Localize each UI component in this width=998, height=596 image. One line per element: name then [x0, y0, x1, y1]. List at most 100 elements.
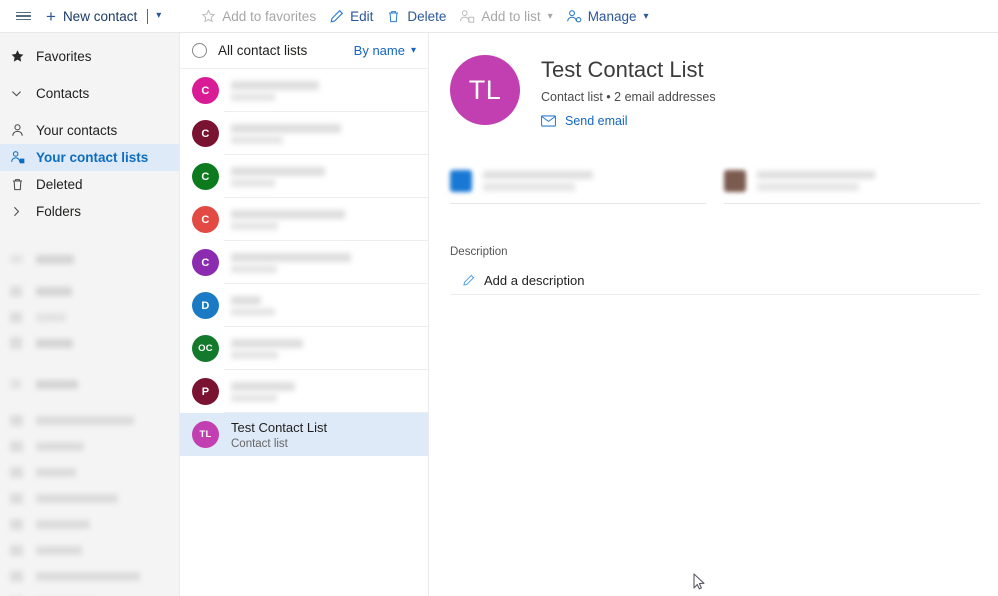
contact-list-pane: All contact lists By name ▾ C C C C C D …: [180, 33, 429, 596]
avatar: C: [192, 77, 219, 104]
manage-label: Manage: [587, 8, 637, 24]
sidebar-label-contacts: Contacts: [36, 86, 90, 101]
list-item-redacted-text: [231, 166, 325, 187]
chevron-down-icon[interactable]: ▾: [643, 11, 648, 22]
folder-icon: [10, 440, 36, 452]
sidebar-label-your-contact-lists: Your contact lists: [36, 150, 149, 165]
manage-button[interactable]: Manage ▾: [566, 0, 649, 33]
table-row[interactable]: C: [180, 155, 428, 198]
list-item[interactable]: [0, 371, 179, 397]
chevron-down-icon: [10, 87, 36, 100]
delete-button[interactable]: Delete: [386, 0, 446, 33]
sidebar-item-your-contacts[interactable]: Your contacts: [0, 117, 179, 144]
star-icon: [201, 8, 216, 24]
sidebar-item-your-contact-lists[interactable]: Your contact lists: [0, 144, 179, 171]
member-redacted-text: [757, 170, 875, 192]
list-item-redacted-text: [231, 209, 345, 230]
description-label: Description: [450, 246, 508, 259]
new-contact-label: New contact: [62, 8, 138, 24]
chevron-down-icon[interactable]: ▾: [548, 11, 553, 22]
avatar: C: [192, 163, 219, 190]
table-row[interactable]: C: [180, 112, 428, 155]
list-item[interactable]: [0, 433, 179, 459]
list-item[interactable]: [0, 485, 179, 511]
list-item-redacted-text: [231, 123, 341, 144]
list-item[interactable]: [0, 407, 179, 433]
avatar: [450, 170, 472, 193]
list-item-subtitle: Contact list: [231, 437, 288, 450]
list-item[interactable]: [0, 278, 179, 304]
chevron-down-icon: ▾: [410, 45, 416, 56]
trash-icon: [386, 9, 401, 24]
folder-icon: [10, 255, 36, 263]
split-divider: [147, 8, 149, 24]
all-contact-lists-label: All contact lists: [218, 43, 308, 58]
avatar: [724, 170, 746, 193]
chevron-down-icon[interactable]: ▾: [156, 11, 161, 21]
member-list: [430, 170, 998, 205]
list-item[interactable]: [0, 330, 179, 356]
hamburger-icon[interactable]: [0, 0, 46, 33]
table-row-selected[interactable]: TL Test Contact List Contact list: [180, 413, 428, 456]
folder-icon: [10, 285, 36, 297]
folder-icon: [10, 414, 36, 426]
folder-icon: [10, 311, 36, 323]
sort-by-name-dropdown[interactable]: By name ▾: [354, 43, 416, 58]
sort-label: By name: [353, 43, 405, 58]
folder-icon: [10, 379, 36, 389]
table-row[interactable]: C: [180, 69, 428, 112]
add-to-favorites-button[interactable]: Add to favorites: [201, 0, 316, 33]
list-item[interactable]: [724, 170, 980, 205]
list-item[interactable]: [0, 459, 179, 485]
new-contact-button[interactable]: + New contact ▾: [46, 0, 163, 33]
list-item-redacted-text: [231, 381, 295, 402]
list-item-redacted-text: [231, 295, 275, 316]
sidebar-item-folders[interactable]: Folders: [0, 198, 179, 225]
sidebar-label-your-contacts: Your contacts: [36, 123, 118, 138]
edit-label: Edit: [350, 8, 374, 24]
list-item[interactable]: [0, 563, 179, 589]
list-item-redacted-text: [231, 252, 351, 273]
list-item-redacted-text: [231, 338, 303, 359]
folder-icon: [10, 466, 36, 478]
send-email-button[interactable]: Send email: [541, 114, 716, 128]
list-item[interactable]: [450, 170, 706, 205]
table-row[interactable]: D: [180, 284, 428, 327]
list-item-name: Test Contact List: [231, 419, 328, 435]
pencil-icon: [329, 9, 344, 24]
detail-header: TL Test Contact List Contact list • 2 em…: [430, 33, 998, 128]
list-item[interactable]: [0, 245, 179, 273]
sidebar-item-deleted[interactable]: Deleted: [0, 171, 179, 198]
avatar: OC: [192, 335, 219, 362]
page-title: Test Contact List: [541, 57, 704, 82]
navigation-sidebar: Favorites Contacts Your contacts Your co…: [0, 33, 180, 596]
table-row[interactable]: P: [180, 370, 428, 413]
edit-button[interactable]: Edit: [329, 0, 373, 33]
table-row[interactable]: OC: [180, 327, 428, 370]
avatar: P: [192, 378, 219, 405]
add-description-button[interactable]: Add a description: [450, 267, 980, 296]
sidebar-item-favorites[interactable]: Favorites: [0, 43, 179, 70]
table-row[interactable]: C: [180, 241, 428, 284]
sidebar-item-contacts[interactable]: Contacts: [0, 80, 179, 107]
table-row[interactable]: C: [180, 198, 428, 241]
list-item[interactable]: [0, 304, 179, 330]
list-item[interactable]: [0, 589, 179, 596]
add-to-favorites-label: Add to favorites: [222, 8, 317, 24]
list-item[interactable]: [0, 511, 179, 537]
list-item[interactable]: [0, 537, 179, 563]
add-to-list-button[interactable]: Add to list ▾: [459, 0, 553, 33]
avatar: D: [192, 292, 219, 319]
add-description-label: Add a description: [484, 273, 585, 289]
sidebar-redacted-section: [0, 225, 179, 596]
list-item-text: Test Contact List Contact list: [231, 420, 327, 450]
all-contact-lists-radio[interactable]: [192, 43, 207, 58]
avatar: C: [192, 120, 219, 147]
send-email-label: Send email: [565, 114, 628, 129]
avatar: C: [192, 206, 219, 233]
trash-icon: [10, 177, 36, 192]
delete-label: Delete: [407, 8, 447, 24]
manage-user-icon: [566, 9, 582, 24]
folder-icon: [10, 492, 36, 504]
avatar: C: [192, 249, 219, 276]
